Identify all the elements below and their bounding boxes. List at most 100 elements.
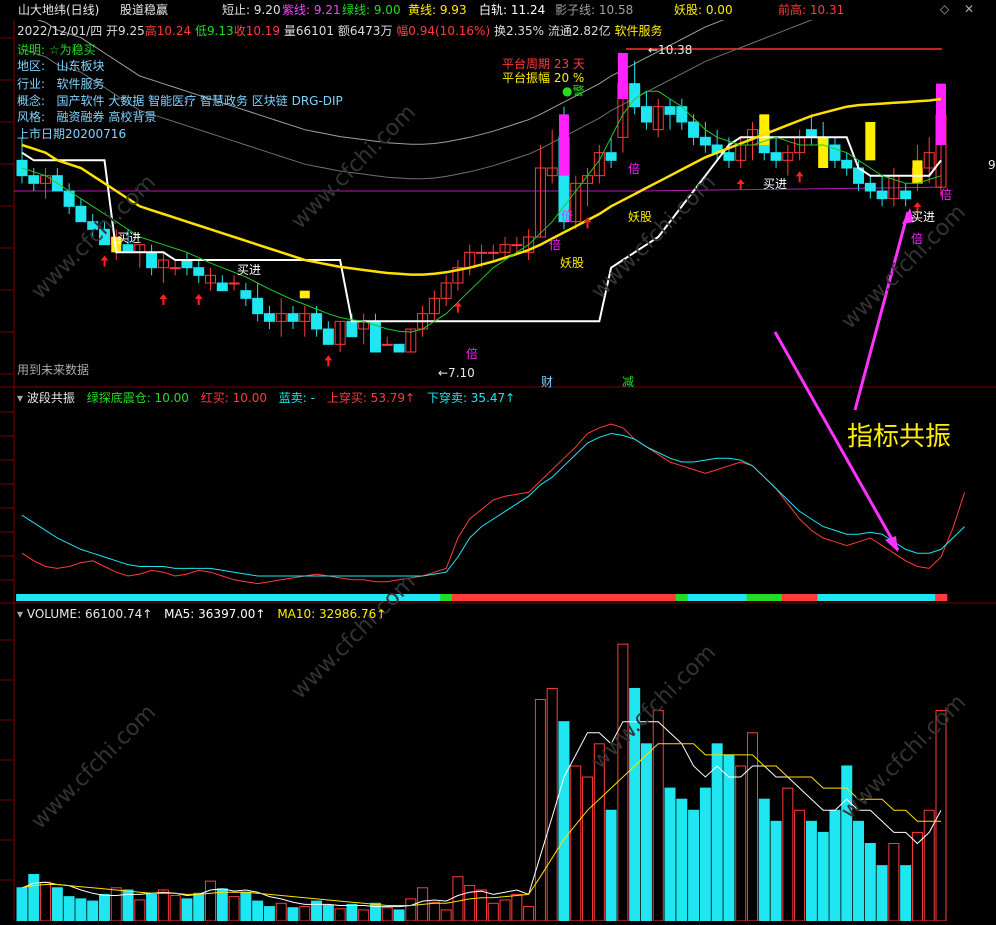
osc-state-bar [640, 594, 653, 601]
osc-legend-blue: 蓝卖: - [278, 391, 315, 405]
vol-collapse-icon[interactable]: ▾ [17, 607, 23, 621]
stock-title[interactable]: 山大地纬(日线) [18, 3, 99, 17]
osc-state-bar [334, 594, 347, 601]
osc-state-bar [181, 594, 194, 601]
indicator-name[interactable]: 股道稳赢 [120, 3, 168, 17]
vol-legend-ma5: MA5: 36397.00↑ [164, 607, 266, 621]
header-item-huangxian: 黄线: 9.93 [408, 3, 467, 17]
boll-upper-line [21, 0, 776, 145]
info-concept-row: 概念: 国产软件 大数据 智能医疗 智慧政务 区块链 DRG-DIP [17, 93, 343, 109]
osc-state-bar [145, 594, 158, 601]
volume-bar [758, 798, 770, 922]
quote-change: 幅0.94(10.16%) [396, 24, 491, 38]
candle-body [770, 152, 782, 161]
osc-collapse-icon[interactable]: ▾ [17, 391, 23, 405]
osc-title: 波段共振 [26, 391, 75, 405]
osc-state-bar [522, 594, 536, 601]
buy-arrow-icon [194, 294, 203, 305]
osc-state-bar [51, 594, 64, 601]
volume-bar [534, 699, 546, 922]
volume-bar [169, 895, 181, 922]
osc-state-bar [39, 594, 52, 601]
osc-state-bar [75, 594, 88, 601]
watermark-text: www.cfchi.com [837, 690, 971, 824]
volume-bar [817, 831, 829, 922]
watermark-text: www.cfchi.com [287, 570, 421, 704]
volume-bar [40, 881, 52, 922]
platform-amplitude: 平台振幅 20 % [502, 71, 585, 85]
volume-bar [676, 798, 688, 922]
info-industry: 软件服务 [56, 77, 105, 91]
header-item-zixian: 紫线: 9.21 [282, 3, 341, 17]
volume-bar [346, 903, 358, 922]
volume-bar [240, 891, 252, 922]
osc-state-bar [770, 594, 783, 601]
volume-bar [28, 873, 40, 922]
jian-marker: 减 [622, 375, 635, 389]
candle-body [216, 282, 228, 292]
buy-arrow-icon [100, 255, 109, 267]
osc-state-bar [852, 594, 865, 601]
chart-svg: www.cfchi.com www.cfchi.com www.cfchi.com w… [0, 0, 996, 922]
vol-title: VOLUME: 66100.74↑ [26, 607, 153, 621]
osc-state-bar [16, 594, 29, 601]
volume-bar [428, 901, 440, 922]
candle-body [287, 313, 299, 322]
quote-close: 收10.19 [233, 24, 281, 38]
osc-state-bar [616, 594, 630, 601]
quote-open: 开9.25 [106, 24, 145, 38]
osc-state-bar [746, 594, 759, 601]
vol-title-row: ▾ VOLUME: 66100.74↑ MA5: 36397.00↑ MA10:… [17, 607, 394, 621]
candle-body [169, 267, 181, 270]
buy-arrow-icon [324, 355, 333, 367]
yellow-signal-bar [912, 160, 923, 184]
bei-label: 倍 [940, 188, 953, 202]
info-listing: 上市日期20200716 [17, 127, 127, 141]
volume-bar [216, 888, 228, 922]
candle-body [181, 259, 193, 269]
osc-state-bar [98, 594, 111, 601]
osc-state-bar [699, 594, 712, 601]
high-price-label: ←10.38 [648, 43, 693, 57]
osc-state-bar [251, 594, 265, 601]
close-icon[interactable]: ✕ [964, 2, 974, 16]
bei-label: 倍 [466, 347, 479, 361]
osc-state-bar [86, 594, 100, 601]
candle-body [322, 328, 334, 345]
vol-ma10-line [21, 743, 941, 906]
header-item-qiangao: 前高: 10.31 [778, 3, 845, 17]
osc-state-bar [558, 594, 571, 601]
volume-bar [134, 899, 146, 922]
osc-state-bar [487, 594, 500, 601]
osc-state-bar [310, 594, 323, 601]
osc-state-bar [192, 594, 206, 601]
osc-state-bar [428, 594, 441, 601]
header-item-baigui: 白轨: 11.24 [479, 3, 546, 17]
volume-bar [405, 898, 417, 922]
osc-state-bar [263, 594, 276, 601]
osc-state-bar [228, 594, 241, 601]
osc-state-bar [781, 594, 795, 601]
volume-bar [853, 820, 865, 922]
info-note: 说明: ☆为稳买 [17, 43, 96, 57]
collapse-icon[interactable]: ◇ [940, 2, 949, 16]
volume-bar [735, 765, 747, 922]
candle-body [664, 106, 676, 115]
volume-bar [864, 842, 876, 922]
chart-stage: www.cfchi.com www.cfchi.com www.cfchi.com w… [0, 0, 996, 922]
candle-body [805, 129, 817, 138]
volume-bar [334, 908, 346, 922]
magenta-signal-bar [558, 114, 569, 176]
header-item-lvxian: 绿线: 9.00 [342, 3, 401, 17]
osc-state-bar [216, 594, 229, 601]
candle-body [864, 182, 876, 192]
osc-state-bar [204, 594, 217, 601]
osc-state-bar [110, 594, 123, 601]
volume-bar [770, 820, 782, 922]
osc-state-bar [546, 594, 559, 601]
watermark-text: www.cfchi.com [27, 700, 161, 834]
candle-body [676, 106, 688, 123]
yellow-signal-bar [865, 122, 876, 161]
osc-state-bar [935, 594, 948, 601]
candle-body [28, 175, 40, 184]
